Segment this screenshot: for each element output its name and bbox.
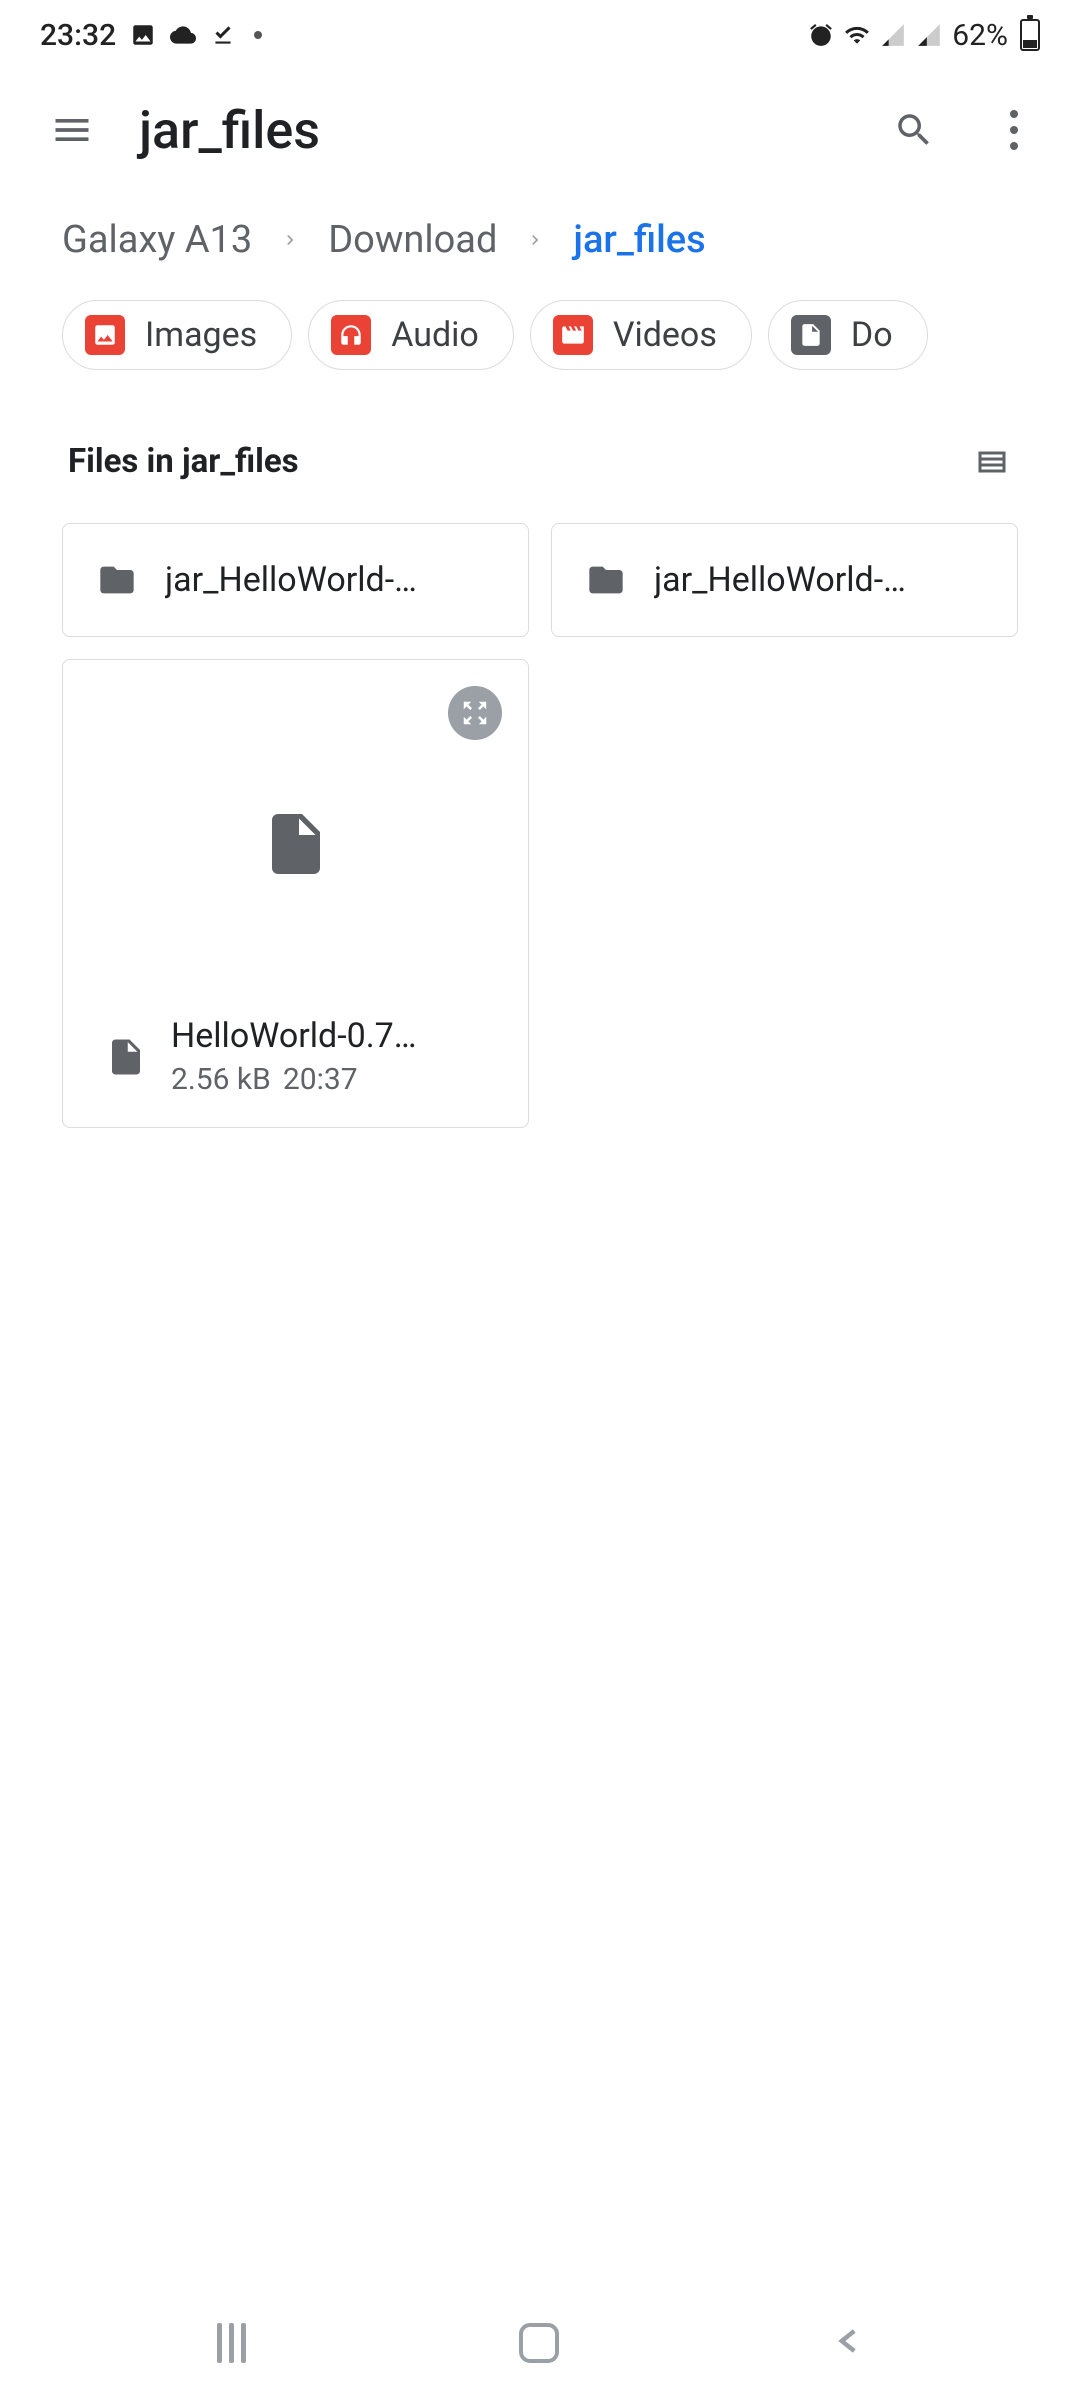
page-title: jar_files <box>139 100 320 161</box>
hamburger-menu-icon[interactable] <box>50 108 94 152</box>
section-header: Files in jar_files <box>0 394 1080 501</box>
content-grid: jar_HelloWorld-… jar_HelloWorld-… HelloW… <box>0 501 1080 1150</box>
breadcrumb: Galaxy A13 Download jar_files <box>0 190 1080 290</box>
more-options-button[interactable] <box>990 109 1030 151</box>
nav-recent-button[interactable] <box>217 2323 246 2363</box>
nav-back-button[interactable] <box>833 2319 863 2367</box>
file-time: 20:37 <box>283 1062 358 1097</box>
cloud-icon <box>170 22 196 48</box>
file-preview <box>87 684 504 1004</box>
chip-audio[interactable]: Audio <box>308 300 514 370</box>
section-title: Files in jar_files <box>68 442 299 481</box>
file-icon <box>105 1031 147 1083</box>
chip-label: Do <box>851 315 893 355</box>
chip-videos[interactable]: Videos <box>530 300 752 370</box>
folder-icon <box>93 560 141 600</box>
system-nav-bar <box>0 2278 1080 2408</box>
breadcrumb-download[interactable]: Download <box>328 218 497 262</box>
status-dot-icon <box>254 31 262 39</box>
image-indicator-icon <box>130 22 156 48</box>
folder-name: jar_HelloWorld-… <box>165 560 417 600</box>
signal2-icon <box>916 22 942 48</box>
document-icon <box>791 315 831 355</box>
battery-text: 62% <box>952 18 1008 53</box>
chevron-right-icon <box>280 230 300 250</box>
image-icon <box>85 315 125 355</box>
breadcrumb-current[interactable]: jar_files <box>573 218 705 262</box>
battery-icon <box>1020 19 1040 51</box>
folder-item[interactable]: jar_HelloWorld-… <box>551 523 1018 637</box>
chip-label: Images <box>145 315 257 355</box>
file-size: 2.56 kB <box>171 1062 271 1097</box>
status-bar: 23:32 62% <box>0 0 1080 70</box>
download-done-icon <box>210 22 236 48</box>
filter-chips: Images Audio Videos Do <box>0 290 1080 394</box>
signal1-icon <box>880 22 906 48</box>
file-name: HelloWorld-0.7… <box>171 1016 417 1056</box>
folder-item[interactable]: jar_HelloWorld-… <box>62 523 529 637</box>
list-view-toggle[interactable] <box>972 444 1012 480</box>
folder-name: jar_HelloWorld-… <box>654 560 906 600</box>
folder-icon <box>582 560 630 600</box>
file-icon <box>260 799 332 889</box>
headphones-icon <box>331 315 371 355</box>
search-icon[interactable] <box>893 109 935 151</box>
file-item[interactable]: HelloWorld-0.7… 2.56 kB 20:37 <box>62 659 529 1128</box>
video-icon <box>553 315 593 355</box>
chip-label: Videos <box>613 315 717 355</box>
breadcrumb-root[interactable]: Galaxy A13 <box>62 218 252 262</box>
nav-home-button[interactable] <box>519 2323 559 2363</box>
chevron-right-icon <box>525 230 545 250</box>
expand-icon[interactable] <box>448 686 502 740</box>
chip-documents[interactable]: Do <box>768 300 928 370</box>
wifi-icon <box>844 22 870 48</box>
chip-label: Audio <box>391 315 479 355</box>
chip-images[interactable]: Images <box>62 300 292 370</box>
alarm-icon <box>808 22 834 48</box>
app-bar: jar_files <box>0 70 1080 190</box>
status-time: 23:32 <box>40 18 116 53</box>
